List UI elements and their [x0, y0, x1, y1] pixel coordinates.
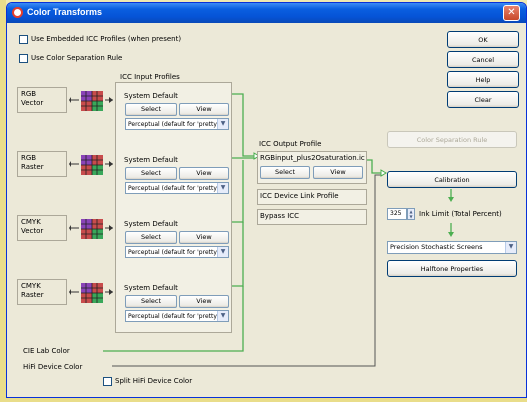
background-strip — [0, 398, 527, 402]
input-view-button[interactable]: View — [179, 231, 229, 244]
rendering-intent-dropdown[interactable]: Perceptual (default for 'pretty ▼ — [125, 246, 229, 258]
rendering-intent-dropdown[interactable]: Perceptual (default for 'pretty ▼ — [125, 182, 229, 194]
chevron-down-icon: ▼ — [217, 247, 228, 257]
halftone-properties-button[interactable]: Halftone Properties — [387, 260, 517, 277]
icc-input-header: ICC Input Profiles — [120, 73, 180, 81]
color-transform-icon — [69, 91, 113, 111]
split-hifi-label: Split HiFi Device Color — [115, 377, 193, 385]
cie-lab-color-label: CIE Lab Color — [23, 347, 70, 355]
ok-button[interactable]: OK — [447, 31, 519, 48]
input-label-line2: Vector — [21, 99, 44, 107]
input-view-button[interactable]: View — [179, 103, 229, 116]
rendering-intent-dropdown[interactable]: Perceptual (default for 'pretty ▼ — [125, 118, 229, 130]
rendering-intent-value: Perceptual (default for 'pretty — [128, 121, 217, 128]
chevron-down-icon: ▼ — [217, 119, 228, 129]
color-transform-icon — [69, 155, 113, 175]
use-color-separation-checkbox[interactable] — [19, 54, 28, 63]
split-hifi-checkbox[interactable] — [103, 377, 112, 386]
device-link-label: ICC Device Link Profile — [260, 192, 339, 200]
output-view-button[interactable]: View — [313, 166, 363, 179]
output-profile-name: RGBinput_plus2Osaturation.icm — [260, 154, 365, 162]
cancel-button[interactable]: Cancel — [447, 51, 519, 68]
color-transforms-dialog: Color Transforms ✕ Use Embedded ICC Prof… — [6, 2, 527, 398]
bypass-icc-label: Bypass ICC — [260, 212, 300, 220]
rendering-intent-value: Perceptual (default for 'pretty — [128, 185, 217, 192]
color-separation-rule-button[interactable]: Color Separation Rule — [387, 131, 517, 148]
input-label-line1: CMYK — [21, 218, 41, 226]
chevron-down-icon: ▼ — [217, 311, 228, 321]
chevron-down-icon: ▼ — [505, 242, 516, 253]
input-select-button[interactable]: Select — [125, 231, 177, 244]
output-select-button[interactable]: Select — [260, 166, 310, 179]
input-profile-name: System Default — [124, 156, 178, 164]
input-label-line2: Raster — [21, 163, 44, 171]
input-label-line1: RGB — [21, 154, 37, 162]
icc-output-header: ICC Output Profile — [259, 140, 322, 148]
input-row-cmyk-vector: CMYK Vector System Default Select View P… — [7, 215, 237, 265]
rendering-intent-value: Perceptual (default for 'pretty — [128, 313, 217, 320]
use-embedded-icc-checkbox[interactable] — [19, 35, 28, 44]
screens-value: Precision Stochastic Screens — [390, 243, 483, 251]
input-label-line1: CMYK — [21, 282, 41, 290]
input-label-line1: RGB — [21, 90, 37, 98]
input-label-line2: Vector — [21, 227, 44, 235]
input-row-rgb-raster: RGB Raster System Default Select View Pe… — [7, 151, 237, 201]
input-row-cmyk-raster: CMYK Raster System Default Select View P… — [7, 279, 237, 329]
ink-limit-spinner[interactable]: ▲ ▼ — [407, 208, 415, 220]
use-color-separation-label: Use Color Separation Rule — [31, 54, 123, 62]
help-button[interactable]: Help — [447, 71, 519, 88]
rendering-intent-value: Perceptual (default for 'pretty — [128, 249, 217, 256]
clear-button[interactable]: Clear — [447, 91, 519, 108]
input-view-button[interactable]: View — [179, 295, 229, 308]
input-profile-name: System Default — [124, 284, 178, 292]
input-profile-name: System Default — [124, 220, 178, 228]
input-view-button[interactable]: View — [179, 167, 229, 180]
chevron-down-icon: ▼ — [217, 183, 228, 193]
input-label-line2: Raster — [21, 291, 44, 299]
input-select-button[interactable]: Select — [125, 295, 177, 308]
calibration-button[interactable]: Calibration — [387, 171, 517, 188]
rendering-intent-dropdown[interactable]: Perceptual (default for 'pretty ▼ — [125, 310, 229, 322]
hifi-device-color-label: HiFi Device Color — [23, 363, 83, 371]
ink-limit-input[interactable]: 325 — [387, 208, 407, 220]
color-transform-icon — [69, 219, 113, 239]
input-profile-name: System Default — [124, 92, 178, 100]
color-transform-icon — [69, 283, 113, 303]
use-embedded-icc-label: Use Embedded ICC Profiles (when present) — [31, 35, 182, 43]
ink-limit-label: Ink Limit (Total Percent) — [419, 210, 502, 218]
input-row-rgb-vector: RGB Vector System Default Select View Pe… — [7, 87, 237, 137]
input-select-button[interactable]: Select — [125, 103, 177, 116]
input-select-button[interactable]: Select — [125, 167, 177, 180]
screens-dropdown[interactable]: Precision Stochastic Screens ▼ — [387, 241, 517, 254]
